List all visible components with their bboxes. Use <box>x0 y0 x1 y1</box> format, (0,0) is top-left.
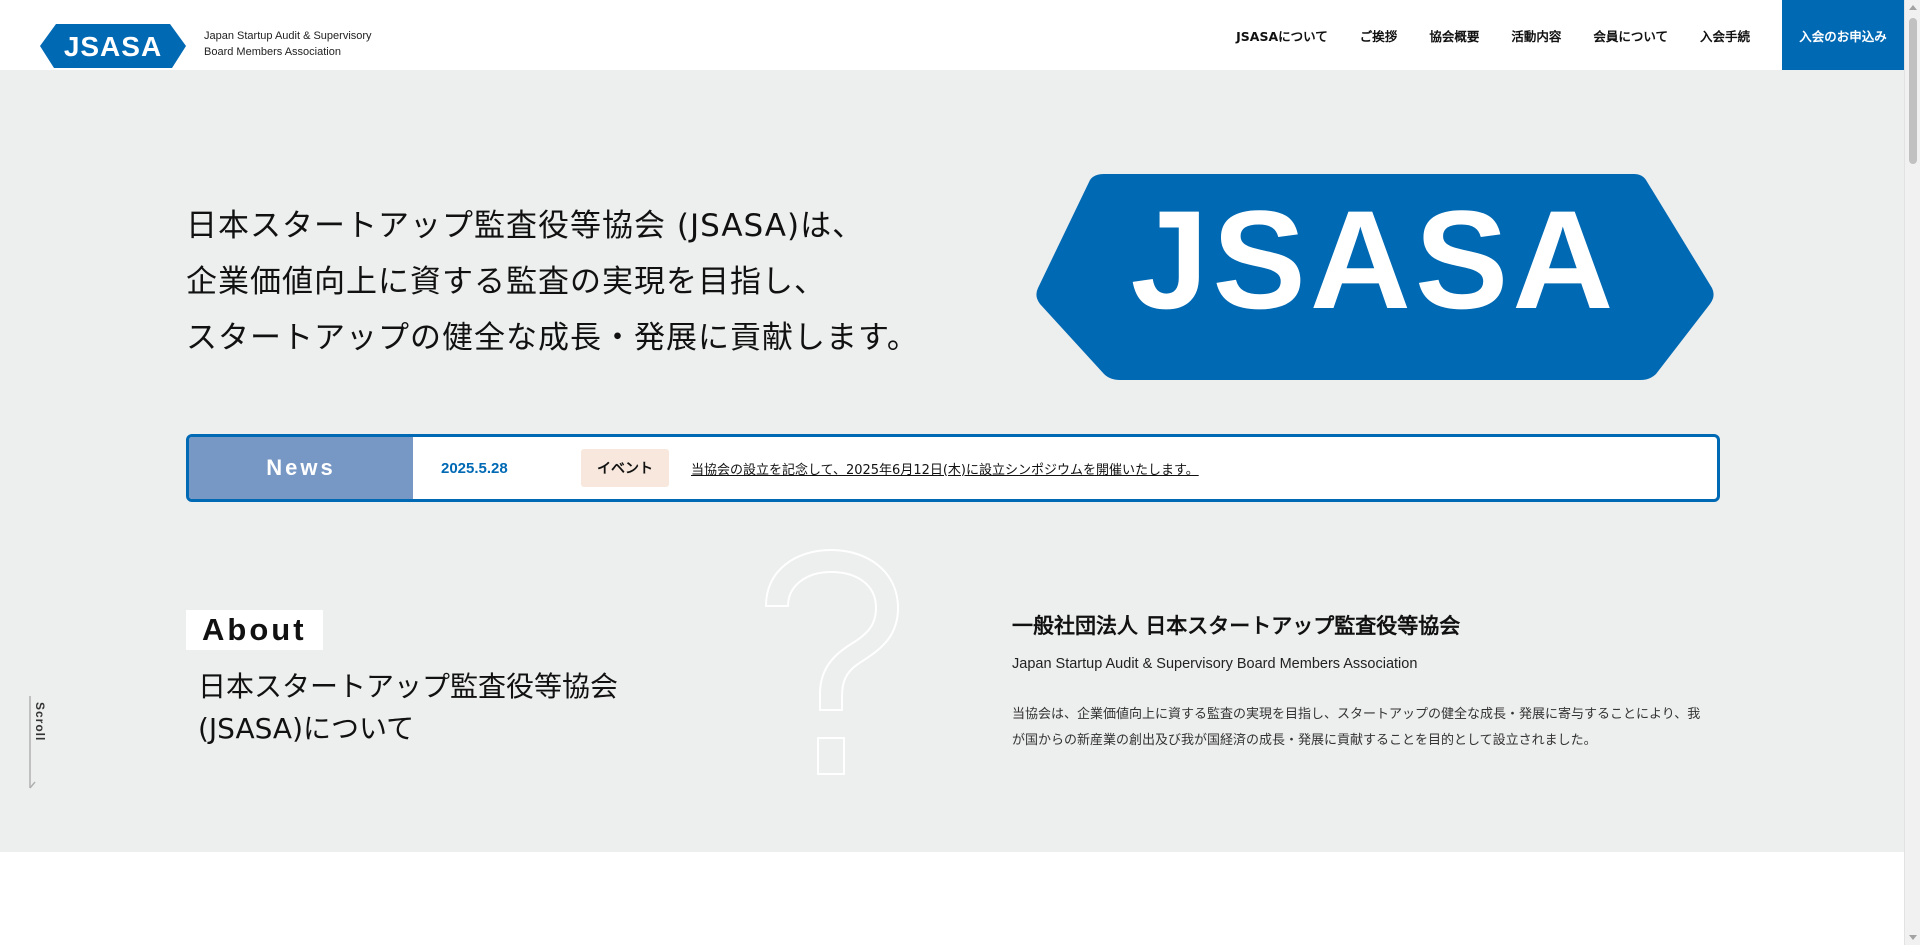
nav-item-about-jsasa[interactable]: JSASAについて <box>1236 26 1328 45</box>
hero-section: 日本スタートアップ監査役等協会 (JSASA)は、 企業価値向上に資する監査の実… <box>0 70 1904 852</box>
logo-subtitle-line1: Japan Startup Audit & Supervisory <box>204 30 372 42</box>
logo-subtitle: Japan Startup Audit & Supervisory Board … <box>204 28 372 60</box>
nav-item-procedure[interactable]: 入会手続 <box>1700 26 1750 45</box>
question-mark-icon <box>764 548 900 775</box>
nav-item-overview[interactable]: 協会概要 <box>1429 26 1479 45</box>
hero-logo-text: JSASA <box>1131 181 1618 338</box>
hero-copy: 日本スタートアップ監査役等協会 (JSASA)は、 企業価値向上に資する監査の実… <box>186 198 919 366</box>
about-subtitle-line1: 日本スタートアップ監査役等協会 <box>198 670 619 703</box>
nav-item-membership[interactable]: 会員について <box>1593 26 1668 45</box>
logo-subtitle-line2: Board Members Association <box>204 46 341 58</box>
news-date: 2025.5.28 <box>441 459 508 477</box>
news-bar: News 2025.5.28 イベント 当協会の設立を記念して、2025年6月1… <box>186 434 1720 502</box>
apply-button[interactable]: 入会のお申込み <box>1782 0 1904 70</box>
news-category-tag: イベント <box>581 449 669 487</box>
scrollbar-thumb[interactable] <box>1909 18 1917 164</box>
hero-line-3: スタートアップの健全な成長・発展に貢献します。 <box>186 320 919 356</box>
site-header: JSASA Japan Startup Audit & Supervisory … <box>0 0 1904 70</box>
org-name-en: Japan Startup Audit & Supervisory Board … <box>1012 656 1418 672</box>
scroll-up-icon[interactable] <box>1909 5 1917 10</box>
logo-text: JSASA <box>64 31 162 62</box>
news-label: News <box>189 437 413 499</box>
hero-line-2: 企業価値向上に資する監査の実現を目指し、 <box>186 264 826 300</box>
news-headline-link[interactable]: 当協会の設立を記念して、2025年6月12日(木)に設立シンポジウムを開催いたし… <box>691 459 1199 478</box>
about-subtitle: 日本スタートアップ監査役等協会 (JSASA)について <box>198 666 618 750</box>
scroll-label: Scroll <box>33 702 47 742</box>
site-logo[interactable]: JSASA <box>40 22 186 70</box>
main-nav: JSASAについて ご挨拶 協会概要 活動内容 会員について 入会手続 入会のお… <box>1236 0 1904 70</box>
org-description: 当協会は、企業価値向上に資する監査の実現を目指し、スタートアップの健全な成長・発… <box>1012 707 1701 748</box>
hero-logo: JSASA <box>1036 174 1714 380</box>
scroll-down-icon[interactable] <box>1909 935 1917 940</box>
hero-line-1: 日本スタートアップ監査役等協会 (JSASA)は、 <box>186 208 865 244</box>
org-name: 一般社団法人 日本スタートアップ監査役等協会 <box>1012 614 1461 638</box>
nav-item-greeting[interactable]: ご挨拶 <box>1360 26 1398 45</box>
nav-item-activities[interactable]: 活動内容 <box>1511 26 1561 45</box>
page-scrollbar[interactable] <box>1904 0 1920 945</box>
about-heading: About <box>186 610 323 650</box>
logo-badge-icon: JSASA <box>40 24 186 68</box>
about-subtitle-line2: (JSASA)について <box>198 712 415 745</box>
